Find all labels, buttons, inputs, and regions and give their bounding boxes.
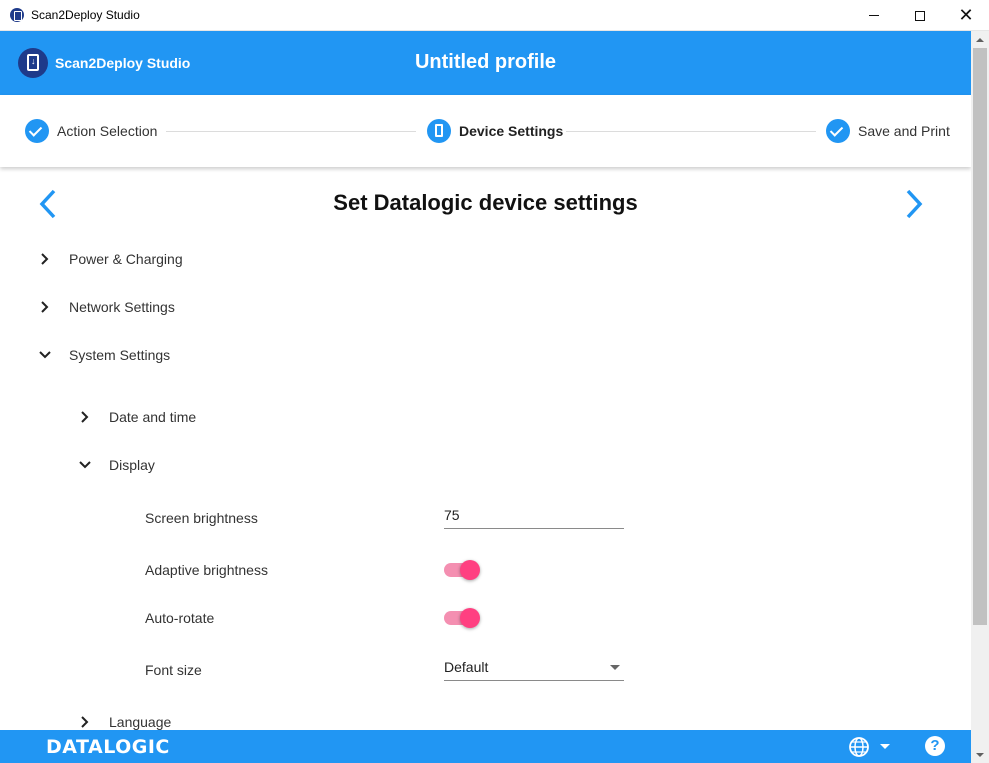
language-dropdown-caret-icon[interactable] <box>880 744 890 749</box>
maximize-button[interactable] <box>897 0 943 31</box>
section-network-settings[interactable]: Network Settings <box>37 295 175 319</box>
app-icon <box>10 8 24 22</box>
subsection-label: Language <box>109 714 172 730</box>
datalogic-logo: DATALOGIC <box>46 736 170 758</box>
minimize-icon <box>869 15 879 16</box>
subsection-label: Display <box>109 457 155 473</box>
scroll-up-arrow-icon <box>976 37 984 42</box>
chevron-down-icon <box>39 351 51 359</box>
section-power-charging[interactable]: Power & Charging <box>37 247 183 271</box>
step-save-print-check-icon[interactable] <box>826 119 850 143</box>
screen-brightness-value: 75 <box>444 507 460 523</box>
globe-icon[interactable] <box>848 736 870 758</box>
auto-rotate-label: Auto-rotate <box>145 610 215 626</box>
section-label: Network Settings <box>69 299 175 315</box>
subsection-language[interactable]: Language <box>77 710 171 730</box>
section-label: Power & Charging <box>69 251 183 267</box>
adaptive-brightness-label: Adaptive brightness <box>145 562 268 578</box>
scan2deploy-logo-icon: ↓ <box>18 48 48 78</box>
dropdown-caret-icon <box>610 665 620 670</box>
step-connector <box>566 131 816 132</box>
step-device-settings-device-icon[interactable] <box>427 119 451 143</box>
adaptive-brightness-toggle[interactable] <box>444 560 480 580</box>
brand-name: Scan2Deploy Studio <box>55 55 191 71</box>
scroll-down-arrow-icon <box>976 752 984 757</box>
minimize-button[interactable] <box>851 0 897 31</box>
chevron-right-icon <box>906 189 923 219</box>
app-header: ↓ Scan2Deploy Studio Untitled profile <box>0 31 971 95</box>
close-button[interactable]: ✕ <box>943 0 989 31</box>
scroll-up-button[interactable] <box>971 31 989 48</box>
chevron-right-icon <box>41 253 49 265</box>
screen-brightness-input[interactable]: 75 <box>444 501 624 529</box>
font-size-select[interactable]: Default <box>444 653 624 681</box>
section-system-settings[interactable]: System Settings <box>37 343 170 367</box>
next-step-button[interactable] <box>903 189 927 219</box>
subsection-display[interactable]: Display <box>77 453 155 477</box>
step-action-selection-label[interactable]: Action Selection <box>57 123 157 139</box>
help-button[interactable]: ? <box>925 736 945 756</box>
settings-content: Set Datalogic device settings Power & Ch… <box>0 167 971 730</box>
screen-brightness-label: Screen brightness <box>145 510 258 526</box>
scrollbar-thumb[interactable] <box>973 48 987 625</box>
footer: DATALOGIC ? <box>0 730 971 763</box>
subsection-date-and-time[interactable]: Date and time <box>77 405 196 429</box>
chevron-right-icon <box>81 716 89 728</box>
chevron-right-icon <box>41 301 49 313</box>
page-title: Set Datalogic device settings <box>333 190 638 215</box>
step-connector <box>166 131 416 132</box>
stepper: Action Selection Device Settings Save an… <box>0 95 971 167</box>
font-size-value: Default <box>444 659 489 675</box>
section-label: System Settings <box>69 347 171 363</box>
subsection-label: Date and time <box>109 409 197 425</box>
font-size-label: Font size <box>145 662 202 678</box>
chevron-right-icon <box>81 411 89 423</box>
scroll-down-button[interactable] <box>971 746 989 763</box>
step-action-selection-check-icon[interactable] <box>25 119 49 143</box>
maximize-icon <box>915 10 925 21</box>
chevron-down-icon <box>79 461 91 469</box>
window-title: Scan2Deploy Studio <box>31 8 140 22</box>
vertical-scrollbar[interactable] <box>971 31 989 763</box>
step-device-settings-label[interactable]: Device Settings <box>459 123 563 139</box>
auto-rotate-toggle[interactable] <box>444 608 480 628</box>
step-save-print-label[interactable]: Save and Print <box>858 123 950 139</box>
close-icon: ✕ <box>958 5 974 26</box>
window-titlebar: Scan2Deploy Studio ✕ <box>0 0 989 31</box>
